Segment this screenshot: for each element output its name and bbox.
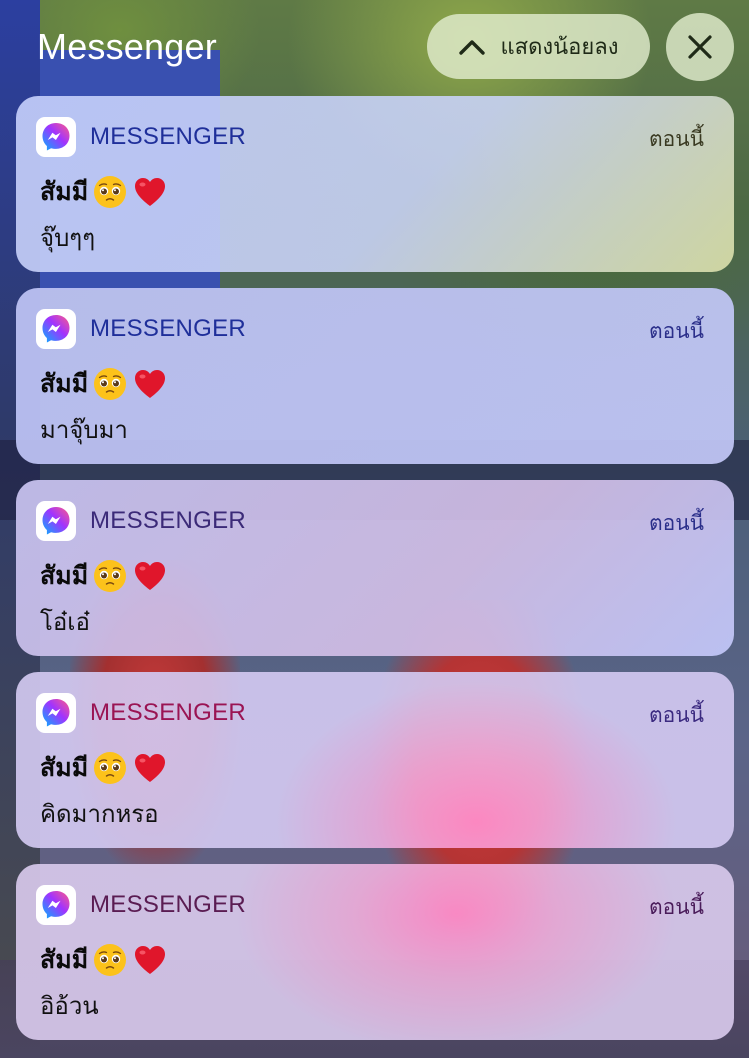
notification-card[interactable]: MESSENGER ตอนนี้ สัมมี อิอ้วน	[16, 864, 734, 1040]
message-text: จุ๊บๆๆ	[40, 224, 96, 252]
pleading-face-emoji-icon	[94, 176, 127, 208]
sender-line: สัมมี	[40, 364, 168, 404]
close-icon	[688, 35, 712, 59]
timestamp: ตอนนี้	[649, 319, 704, 343]
app-name: MESSENGER	[90, 507, 247, 534]
messenger-logo-icon	[42, 123, 70, 151]
sender-name: สัมมี	[40, 753, 89, 782]
messenger-logo-icon	[42, 891, 70, 919]
messenger-app-icon	[36, 309, 76, 349]
message-text: มาจุ๊บมา	[40, 416, 128, 444]
sender-line: สัมมี	[40, 748, 168, 788]
show-less-label: แสดงน้อยลง	[500, 35, 619, 60]
sender-name: สัมมี	[40, 561, 89, 590]
app-name: MESSENGER	[90, 699, 247, 726]
notification-stack: MESSENGER ตอนนี้ สัมมี จุ๊บๆๆ MESSENGER …	[16, 96, 734, 1056]
pleading-face-emoji-icon	[94, 944, 127, 976]
sender-name: สัมมี	[40, 177, 89, 206]
notification-card[interactable]: MESSENGER ตอนนี้ สัมมี โอ๋เอ๋	[16, 480, 734, 656]
notification-card[interactable]: MESSENGER ตอนนี้ สัมมี มาจุ๊บมา	[16, 288, 734, 464]
red-heart-emoji-icon	[135, 562, 166, 590]
timestamp: ตอนนี้	[649, 127, 704, 151]
message-text: คิดมากหรอ	[40, 800, 159, 828]
sender-line: สัมมี	[40, 940, 168, 980]
notification-group-title: Messenger	[37, 26, 217, 67]
sender-name: สัมมี	[40, 369, 89, 398]
sender-line: สัมมี	[40, 556, 168, 596]
messenger-logo-icon	[42, 315, 70, 343]
app-name: MESSENGER	[90, 123, 247, 150]
red-heart-emoji-icon	[135, 178, 166, 206]
sender-name: สัมมี	[40, 945, 89, 974]
messenger-app-icon	[36, 693, 76, 733]
chevron-up-icon	[459, 39, 486, 55]
close-button[interactable]	[666, 13, 734, 81]
messenger-app-icon	[36, 885, 76, 925]
timestamp: ตอนนี้	[649, 703, 704, 727]
message-text: อิอ้วน	[40, 992, 99, 1020]
red-heart-emoji-icon	[135, 370, 166, 398]
messenger-logo-icon	[42, 699, 70, 727]
pleading-face-emoji-icon	[94, 368, 127, 400]
app-name: MESSENGER	[90, 315, 247, 342]
messenger-logo-icon	[42, 507, 70, 535]
notification-card[interactable]: MESSENGER ตอนนี้ สัมมี คิดมากหรอ	[16, 672, 734, 848]
red-heart-emoji-icon	[135, 946, 166, 974]
red-heart-emoji-icon	[135, 754, 166, 782]
timestamp: ตอนนี้	[649, 895, 704, 919]
notification-card[interactable]: MESSENGER ตอนนี้ สัมมี จุ๊บๆๆ	[16, 96, 734, 272]
messenger-app-icon	[36, 117, 76, 157]
timestamp: ตอนนี้	[649, 511, 704, 535]
message-text: โอ๋เอ๋	[40, 608, 90, 636]
show-less-button[interactable]: แสดงน้อยลง	[427, 14, 650, 79]
pleading-face-emoji-icon	[94, 560, 127, 592]
messenger-app-icon	[36, 501, 76, 541]
pleading-face-emoji-icon	[94, 752, 127, 784]
app-name: MESSENGER	[90, 891, 247, 918]
sender-line: สัมมี	[40, 172, 168, 212]
